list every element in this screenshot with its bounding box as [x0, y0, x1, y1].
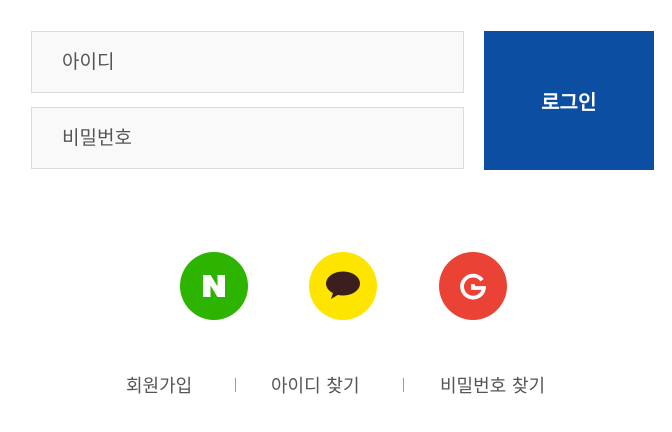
find-password-link[interactable]: 비밀번호 찾기: [440, 372, 545, 398]
find-id-link[interactable]: 아이디 찾기: [271, 372, 360, 398]
google-icon: [460, 273, 487, 300]
id-input[interactable]: [32, 32, 463, 92]
id-field: [31, 31, 464, 93]
kakao-icon: [326, 271, 360, 299]
signup-link[interactable]: 회원가입: [126, 372, 192, 398]
password-field: [31, 107, 464, 169]
password-input[interactable]: [32, 108, 463, 168]
kakao-login-button[interactable]: [309, 252, 377, 320]
google-login-button[interactable]: [439, 252, 507, 320]
link-divider: [235, 378, 236, 392]
account-links: 회원가입 아이디 찾기 비밀번호 찾기: [0, 372, 672, 400]
login-panel: 로그인 회원가입 아이디 찾기 비밀번호 찾기: [0, 0, 672, 432]
link-divider: [403, 378, 404, 392]
naver-icon: [203, 275, 225, 297]
login-button[interactable]: 로그인: [484, 31, 654, 170]
naver-login-button[interactable]: [180, 252, 248, 320]
